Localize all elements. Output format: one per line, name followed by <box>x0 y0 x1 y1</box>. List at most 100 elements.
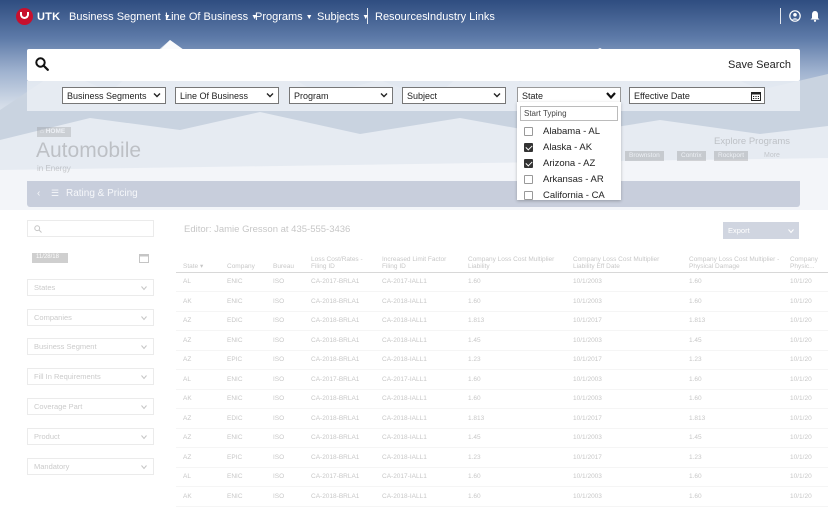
table-cell: 1.23 <box>682 447 783 468</box>
table-cell: CA-2018-BRLA1 <box>304 408 375 429</box>
table-row[interactable]: AZ EDIC ISO CA-2018-BRLA1 CA-2018-IALL1 1.813… <box>176 311 828 331</box>
utk-logo[interactable] <box>16 8 33 25</box>
table-row[interactable]: AK ENIC ISO CA-2018-BRLA1 CA-2018-IALL1 1.60 1… <box>176 291 828 312</box>
column-header[interactable]: Bureau <box>266 252 304 273</box>
breadcrumb-home[interactable]: ⌂ HOME <box>37 127 71 137</box>
checkbox[interactable] <box>524 175 533 184</box>
table-cell: 1.60 <box>461 291 566 312</box>
top-navigation: UTK Business Segment ▼ Line Of Business ▼ … <box>0 0 828 32</box>
table-row[interactable]: AZ ENIC ISO CA-2018-BRLA1 CA-2018-IALL1 1.45 1… <box>176 428 828 448</box>
table-cell: 1.60 <box>682 272 783 292</box>
user-icon[interactable] <box>789 10 801 22</box>
table-row[interactable]: AZ EDIC ISO CA-2018-BRLA1 CA-2018-IALL1 1.813… <box>176 408 828 429</box>
table-row[interactable]: AK ENIC ISO CA-2018-BRLA1 CA-2018-IALL1 1.60 1… <box>176 389 828 409</box>
business-segments-dropdown[interactable]: Business Segments <box>62 87 166 104</box>
column-header[interactable]: Company Physic... <box>783 252 828 273</box>
table-cell: 1.813 <box>682 408 783 429</box>
table-cell: 1.45 <box>461 428 566 448</box>
table-row[interactable]: AL ENIC ISO CA-2017-BRLA1 CA-2017-IALL1 1.60 1… <box>176 272 828 292</box>
table-row[interactable]: AZ EPIC ISO CA-2018-BRLA1 CA-2018-IALL1 1.23 1… <box>176 350 828 370</box>
checkbox[interactable] <box>524 127 533 136</box>
bell-icon[interactable] <box>809 10 821 22</box>
sidebar-product-filter[interactable]: Product <box>27 428 154 445</box>
state-option-california[interactable]: California - CA <box>524 190 605 200</box>
state-filter-input[interactable]: Start Typing <box>520 106 618 121</box>
column-header[interactable]: State ▾ <box>176 252 220 273</box>
table-cell: EDIC <box>220 408 266 429</box>
column-header[interactable]: Company Loss Cost Multiplier Liability <box>461 252 566 273</box>
table-cell: 1.45 <box>682 330 783 351</box>
chevron-down-icon <box>141 405 147 410</box>
more-link[interactable]: More <box>764 152 780 159</box>
checkbox[interactable] <box>524 191 533 200</box>
subject-dropdown[interactable]: Subject <box>402 87 506 104</box>
sidebar-mandatory-filter[interactable]: Mandatory <box>27 458 154 475</box>
table-cell: 10/1/20 <box>783 330 828 351</box>
table-cell: ENIC <box>220 486 266 507</box>
nav-subjects[interactable]: Subjects ▼ <box>317 11 369 23</box>
table-row[interactable]: AZ ENIC ISO CA-2018-BRLA1 CA-2018-IALL1 1.45 1… <box>176 330 828 351</box>
column-header[interactable]: Company Loss Cost Multiplier Liability E… <box>566 252 682 273</box>
table-cell: 1.23 <box>461 350 566 370</box>
sidebar-business-segment-filter[interactable]: Business Segment <box>27 338 154 355</box>
filter-bar: Business Segments Line Of Business Progr… <box>27 81 800 111</box>
table-cell: 10/1/20 <box>783 408 828 429</box>
nav-industry-links[interactable]: Industry Links <box>427 11 495 23</box>
column-header[interactable]: Company <box>220 252 266 273</box>
sidebar-search-input[interactable] <box>27 220 154 237</box>
save-search-button[interactable]: Save Search <box>728 59 791 71</box>
nav-line-of-business[interactable]: Line Of Business ▼ <box>165 11 258 23</box>
table-cell: 1.23 <box>461 447 566 468</box>
date-chip[interactable]: 11/28/18 <box>32 253 68 263</box>
state-option-arkansas[interactable]: Arkansas - AR <box>524 174 604 185</box>
column-header[interactable]: Company Loss Cost Multiplier - Physical … <box>682 252 783 273</box>
table-cell: AL <box>176 272 220 292</box>
table-cell: 10/1/2017 <box>566 311 682 331</box>
effective-date-field[interactable]: Effective Date <box>629 87 765 104</box>
state-option-alaska[interactable]: Alaska - AK <box>524 142 592 153</box>
program-tag[interactable]: Rockport <box>714 151 749 161</box>
program-tag[interactable]: Brownston <box>625 151 664 161</box>
table-cell: ENIC <box>220 330 266 351</box>
table-cell: AZ <box>176 428 220 448</box>
state-options-list: Start Typing Alabama - AL Alaska - AK Ar… <box>517 102 621 200</box>
table-row[interactable]: AK ENIC ISO CA-2018-BRLA1 CA-2018-IALL1 1.60 1… <box>176 486 828 507</box>
table-cell: 10/1/2003 <box>566 389 682 409</box>
table-cell: 10/1/2017 <box>566 408 682 429</box>
sidebar-fill-in-requirements-filter[interactable]: Fill In Requirements <box>27 368 154 385</box>
sidebar-companies-filter[interactable]: Companies <box>27 309 154 326</box>
table-cell: ISO <box>266 330 304 351</box>
chevron-down-icon <box>141 316 147 321</box>
table-cell: AK <box>176 291 220 312</box>
table-row[interactable]: AZ EPIC ISO CA-2018-BRLA1 CA-2018-IALL1 1.23 1… <box>176 447 828 468</box>
chevron-down-icon: ▼ <box>362 14 370 21</box>
nav-programs[interactable]: Programs ▼ <box>255 11 313 23</box>
table-cell: CA-2017-IALL1 <box>375 272 461 292</box>
column-header[interactable]: Increased Limit Factor Filing ID <box>375 252 461 273</box>
table-cell: CA-2017-BRLA1 <box>304 272 375 292</box>
sidebar-states-filter[interactable]: States <box>27 279 154 296</box>
table-cell: 1.813 <box>461 311 566 331</box>
export-button[interactable]: Export <box>723 222 799 239</box>
table-cell: 1.813 <box>461 408 566 429</box>
column-header[interactable]: Loss Cost/Rates - Filing ID <box>304 252 375 273</box>
checkbox-checked[interactable] <box>524 159 533 168</box>
back-chevron-icon[interactable]: ‹ <box>37 188 40 199</box>
program-dropdown[interactable]: Program <box>289 87 393 104</box>
calendar-icon[interactable] <box>751 91 761 101</box>
table-row[interactable]: AL ENIC ISO CA-2017-BRLA1 CA-2017-IALL1 1.60 1… <box>176 369 828 390</box>
sort-icon[interactable]: ▾ <box>198 263 203 270</box>
calendar-icon[interactable] <box>139 253 149 263</box>
line-of-business-dropdown[interactable]: Line Of Business <box>175 87 279 104</box>
table-row[interactable]: AL ENIC ISO CA-2017-BRLA1 CA-2017-IALL1 1.60 1… <box>176 467 828 487</box>
state-option-arizona[interactable]: Arizona - AZ <box>524 158 595 169</box>
checkbox-checked[interactable] <box>524 143 533 152</box>
state-option-alabama[interactable]: Alabama - AL <box>524 126 600 137</box>
table-cell: AZ <box>176 408 220 429</box>
program-tag[interactable]: Contrix <box>677 151 706 161</box>
table-cell: CA-2018-IALL1 <box>375 486 461 507</box>
sidebar-coverage-part-filter[interactable]: Coverage Part <box>27 398 154 415</box>
nav-resources[interactable]: Resources <box>375 11 428 23</box>
nav-business-segment[interactable]: Business Segment ▼ <box>69 11 171 23</box>
search-icon[interactable] <box>35 57 49 71</box>
